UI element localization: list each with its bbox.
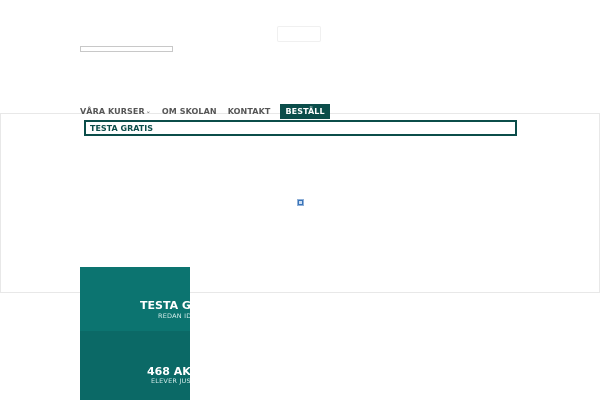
main-nav: VÅRA KURSER ⌄ OM SKOLAN KONTAKT BESTÄLL — [80, 104, 330, 119]
nav-item-about-label: OM SKOLAN — [161, 107, 217, 116]
broken-image-icon — [297, 199, 304, 206]
nav-item-about[interactable]: OM SKOLAN — [162, 104, 217, 119]
dropdown-item-label: TESTA GRATIS — [90, 123, 153, 133]
nav-item-courses-label: VÅRA KURSER — [80, 107, 145, 116]
nav-item-contact[interactable]: KONTAKT — [228, 104, 271, 119]
promo-try-free-title: TESTA GR — [140, 299, 190, 312]
promo-active-students: 468 AKT ELEVER JUST — [80, 331, 190, 400]
header-widget — [277, 26, 321, 42]
promo-panel: TESTA GR REDAN IDAG 468 AKT ELEVER JUST — [80, 267, 190, 400]
promo-try-free[interactable]: TESTA GR REDAN IDAG — [80, 267, 190, 331]
promo-try-free-subtitle: REDAN IDAG — [158, 312, 190, 320]
dropdown-item-try-free[interactable]: TESTA GRATIS — [84, 120, 517, 136]
chevron-down-icon: ⌄ — [145, 108, 151, 115]
order-button[interactable]: BESTÄLL — [280, 104, 330, 119]
nav-item-contact-label: KONTAKT — [227, 107, 271, 116]
promo-active-subtitle: ELEVER JUST — [151, 377, 190, 385]
search-input[interactable] — [80, 46, 173, 52]
order-button-label: BESTÄLL — [285, 107, 325, 116]
nav-item-courses[interactable]: VÅRA KURSER ⌄ — [80, 104, 151, 119]
